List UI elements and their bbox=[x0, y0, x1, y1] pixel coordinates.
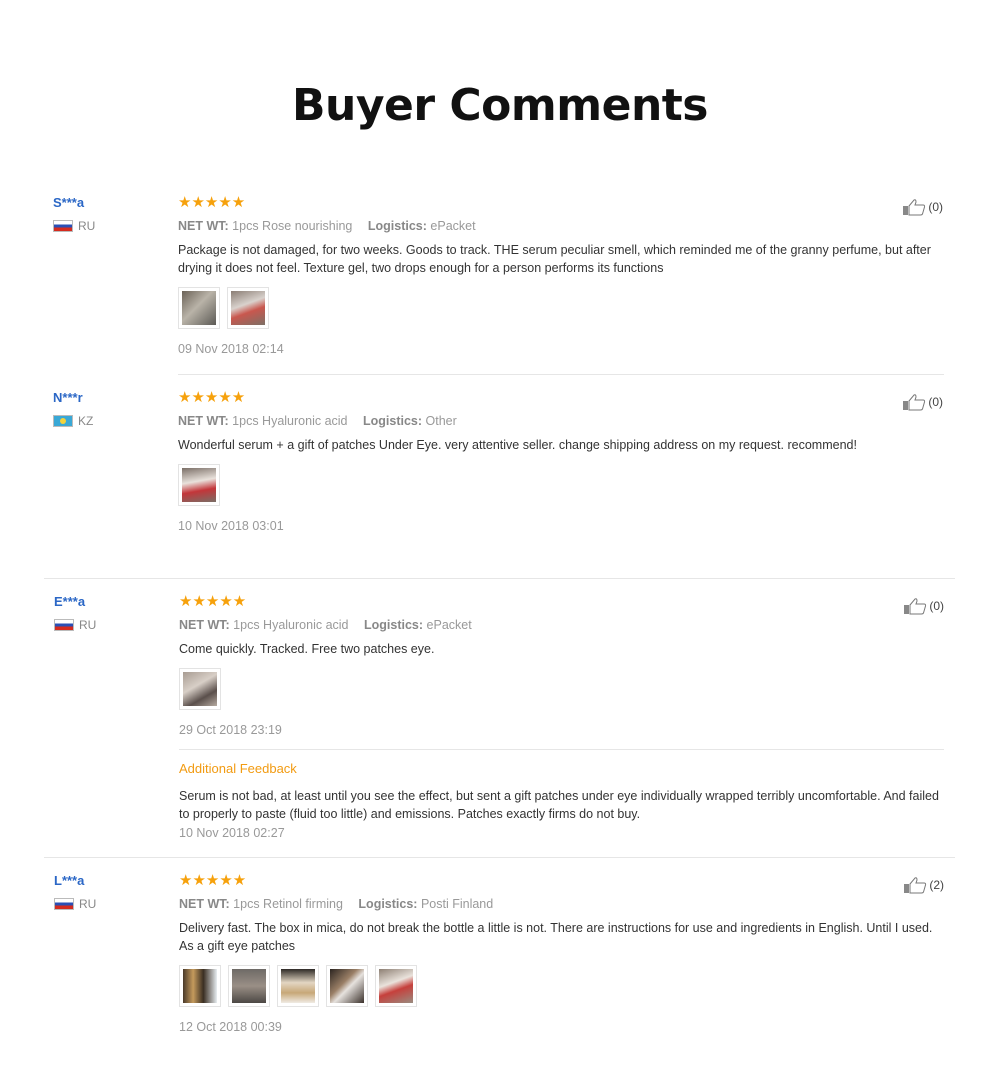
thumbs-up-icon bbox=[903, 199, 926, 216]
review-meta: NET WT: 1pcs Hyaluronic acid Logistics: … bbox=[178, 413, 944, 430]
review-photo-thumbnail[interactable] bbox=[227, 287, 269, 329]
divider bbox=[179, 749, 944, 750]
country-code: RU bbox=[79, 618, 97, 632]
net-wt-label: NET WT: bbox=[178, 414, 229, 428]
review-text: Come quickly. Tracked. Free two patches … bbox=[179, 642, 435, 656]
additional-feedback-text: Serum is not bad, at least until you see… bbox=[179, 789, 939, 821]
review-content: ★★★★★ NET WT: 1pcs Rose nourishing Logis… bbox=[178, 194, 944, 358]
like-count: (0) bbox=[929, 599, 944, 613]
like-count: (0) bbox=[928, 395, 943, 409]
review-photos bbox=[179, 965, 945, 1007]
review-text: Delivery fast. The box in mica, do not b… bbox=[179, 921, 933, 953]
like-button[interactable]: (0) bbox=[902, 198, 943, 216]
net-wt-label: NET WT: bbox=[178, 219, 229, 233]
review-date: 12 Oct 2018 00:39 bbox=[179, 1020, 282, 1034]
star-rating: ★★★★★ bbox=[179, 593, 247, 610]
buyer-name[interactable]: N***r bbox=[53, 389, 163, 407]
buyer-info: E***a RU bbox=[54, 593, 164, 633]
divider bbox=[44, 578, 955, 579]
thumbs-up-icon bbox=[904, 598, 927, 615]
additional-feedback: Additional Feedback Serum is not bad, at… bbox=[179, 761, 944, 842]
logistics-label: Logistics: bbox=[358, 897, 418, 911]
divider bbox=[44, 857, 955, 858]
buyer-country: RU bbox=[54, 617, 164, 633]
review-content: ★★★★★ NET WT: 1pcs Retinol firming Logis… bbox=[179, 872, 945, 1036]
net-wt-label: NET WT: bbox=[179, 897, 230, 911]
review-date: 09 Nov 2018 02:14 bbox=[178, 342, 284, 356]
review-photo-thumbnail[interactable] bbox=[375, 965, 417, 1007]
like-button[interactable]: (0) bbox=[903, 597, 944, 615]
russia-flag-icon bbox=[54, 898, 74, 910]
review-photo-thumbnail[interactable] bbox=[277, 965, 319, 1007]
net-wt-label: NET WT: bbox=[179, 618, 230, 632]
review-photo-thumbnail[interactable] bbox=[179, 668, 221, 710]
review-photos bbox=[179, 668, 945, 710]
net-wt-value: 1pcs Rose nourishing bbox=[232, 219, 353, 233]
buyer-country: KZ bbox=[53, 413, 163, 429]
review-content: ★★★★★ NET WT: 1pcs Hyaluronic acid Logis… bbox=[179, 593, 945, 739]
review-date: 10 Nov 2018 03:01 bbox=[178, 519, 284, 533]
buyer-info: S***a RU bbox=[53, 194, 163, 234]
buyer-country: RU bbox=[53, 218, 163, 234]
review-photos bbox=[178, 287, 944, 329]
logistics-label: Logistics: bbox=[367, 219, 427, 233]
buyer-name[interactable]: L***a bbox=[54, 872, 164, 890]
like-count: (2) bbox=[929, 878, 944, 892]
buyer-country: RU bbox=[54, 896, 164, 912]
logistics-value: Other bbox=[425, 414, 457, 428]
net-wt-value: 1pcs Hyaluronic acid bbox=[232, 414, 348, 428]
review-photo-thumbnail[interactable] bbox=[178, 464, 220, 506]
country-code: RU bbox=[79, 897, 97, 911]
thumbs-up-icon bbox=[903, 394, 926, 411]
thumbs-up-icon bbox=[904, 877, 927, 894]
like-count: (0) bbox=[928, 200, 943, 214]
logistics-value: ePacket bbox=[430, 219, 476, 233]
buyer-info: N***r KZ bbox=[53, 389, 163, 429]
logistics-label: Logistics: bbox=[364, 618, 424, 632]
star-rating: ★★★★★ bbox=[179, 872, 247, 889]
net-wt-value: 1pcs Hyaluronic acid bbox=[233, 618, 349, 632]
review-photo-thumbnail[interactable] bbox=[228, 965, 270, 1007]
review-photos bbox=[178, 464, 944, 506]
star-rating: ★★★★★ bbox=[178, 389, 246, 406]
logistics-value: Posti Finland bbox=[420, 897, 494, 911]
buyer-name[interactable]: E***a bbox=[54, 593, 164, 611]
review-meta: NET WT: 1pcs Rose nourishing Logistics: … bbox=[178, 218, 944, 235]
country-code: KZ bbox=[78, 414, 94, 428]
logistics-value: ePacket bbox=[426, 618, 472, 632]
review-date: 29 Oct 2018 23:19 bbox=[179, 723, 282, 737]
review-text: Package is not damaged, for two weeks. G… bbox=[178, 243, 931, 275]
additional-feedback-title: Additional Feedback bbox=[179, 761, 297, 776]
review-meta: NET WT: 1pcs Retinol firming Logistics: … bbox=[179, 896, 945, 913]
kazakhstan-flag-icon bbox=[53, 415, 73, 427]
country-code: RU bbox=[78, 219, 96, 233]
page-title: Buyer Comments bbox=[291, 80, 709, 131]
buyer-info: L***a RU bbox=[54, 872, 164, 912]
net-wt-value: 1pcs Retinol firming bbox=[233, 897, 343, 911]
additional-feedback-date: 10 Nov 2018 02:27 bbox=[179, 826, 285, 840]
review-text: Wonderful serum + a gift of patches Unde… bbox=[178, 438, 857, 452]
star-rating: ★★★★★ bbox=[178, 194, 246, 211]
like-button[interactable]: (2) bbox=[903, 876, 944, 894]
russia-flag-icon bbox=[54, 619, 74, 631]
review-photo-thumbnail[interactable] bbox=[178, 287, 220, 329]
like-button[interactable]: (0) bbox=[902, 393, 943, 411]
buyer-name[interactable]: S***a bbox=[53, 194, 163, 212]
review-photo-thumbnail[interactable] bbox=[326, 965, 368, 1007]
review-content: ★★★★★ NET WT: 1pcs Hyaluronic acid Logis… bbox=[178, 389, 944, 535]
russia-flag-icon bbox=[53, 220, 73, 232]
review-photo-thumbnail[interactable] bbox=[179, 965, 221, 1007]
review-meta: NET WT: 1pcs Hyaluronic acid Logistics: … bbox=[179, 617, 945, 634]
divider bbox=[178, 374, 944, 375]
logistics-label: Logistics: bbox=[363, 414, 423, 428]
